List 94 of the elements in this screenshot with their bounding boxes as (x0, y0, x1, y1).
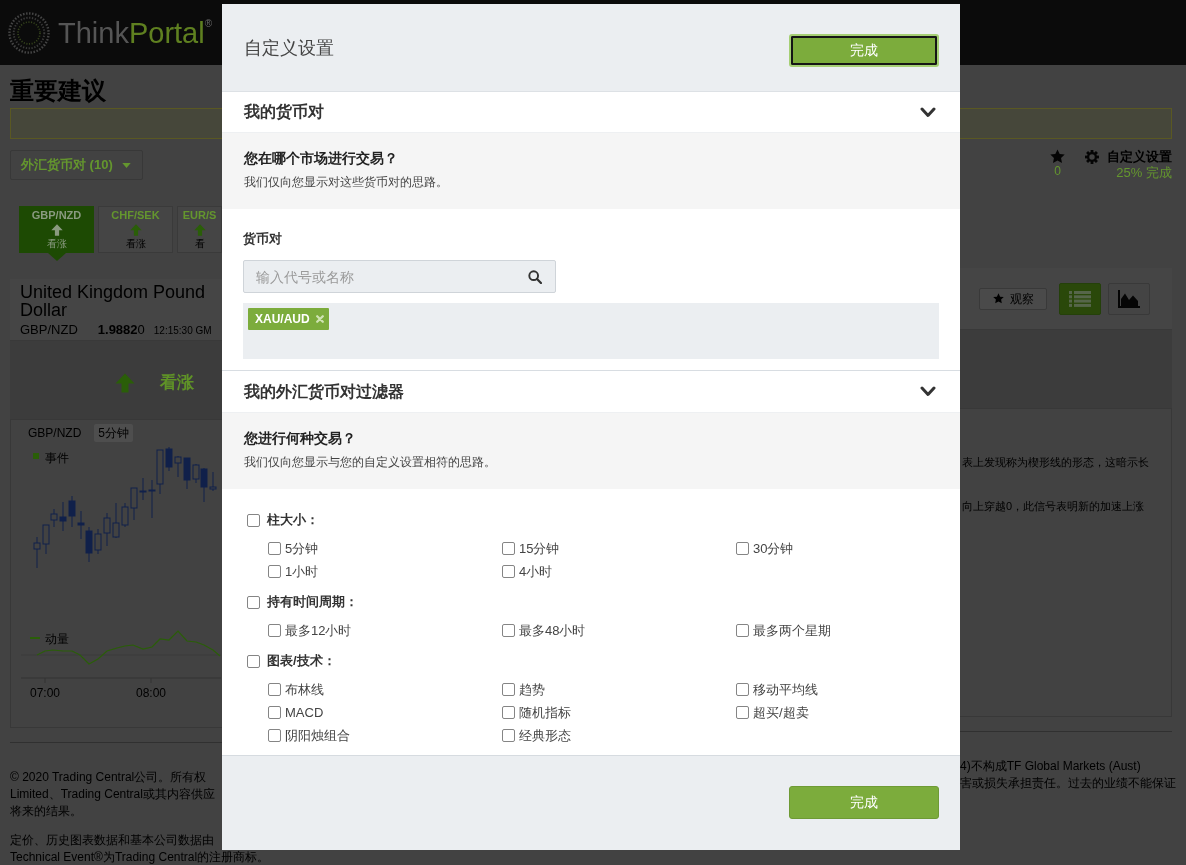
time-text: 12:15:30 GM (153, 325, 212, 337)
instrument-tile[interactable]: CHF/SEK 看涨 (98, 206, 173, 253)
checkbox[interactable] (268, 706, 281, 719)
checkbox[interactable] (247, 654, 260, 668)
question-text: 您进行何种交易？ (244, 429, 356, 448)
checkbox[interactable] (736, 706, 749, 719)
timeframe-tag: 5分钟 (94, 424, 134, 442)
dotted-ring-icon (8, 11, 50, 54)
disclaimer-text: 4)不构成TF Global Markets (Aust) (960, 758, 1141, 775)
list-icon (1069, 290, 1091, 307)
star-icon (1050, 149, 1065, 164)
group-label: 图表/技术： (267, 653, 336, 669)
gear-icon (1085, 150, 1099, 164)
option-label: 5分钟 (285, 540, 319, 557)
legend-line-icon (29, 637, 41, 639)
option-label: 30分钟 (753, 540, 794, 557)
option-label: 1小时 (285, 563, 319, 580)
checkbox[interactable] (502, 706, 515, 719)
field-label: 货币对 (243, 230, 282, 247)
checkbox[interactable] (502, 565, 515, 578)
checkbox[interactable] (268, 542, 281, 555)
remove-icon[interactable] (315, 315, 324, 323)
instrument-name: United Kingdom Pound (20, 283, 206, 301)
done-button[interactable]: 完成 (789, 786, 939, 819)
option-label: 超买/超卖 (753, 704, 809, 721)
watchlist-count: 0 (1054, 164, 1061, 178)
pointer-triangle-icon (47, 253, 66, 261)
checkbox[interactable] (736, 624, 749, 637)
option-label: 随机指标 (519, 704, 571, 721)
axis-label: 08:00 (136, 686, 166, 700)
logo-word: Think (58, 16, 129, 49)
group-label: 柱大小： (267, 512, 319, 528)
instrument-tile[interactable]: GBP/NZD 看涨 (19, 206, 94, 253)
option-label: 趋势 (519, 681, 545, 698)
caret-down-icon (121, 162, 131, 168)
star-icon (992, 293, 1004, 304)
customize-link[interactable]: 自定义设置 (1107, 149, 1172, 165)
checkbox[interactable] (247, 513, 260, 527)
instrument-tile[interactable]: EUR/S 看 (177, 206, 222, 253)
filter-dropdown[interactable]: 外汇货币对 (10) (10, 150, 143, 180)
checkbox[interactable] (736, 542, 749, 555)
done-button[interactable]: 完成 (789, 34, 939, 67)
list-view-button[interactable] (1059, 282, 1101, 315)
legend-square-icon (33, 453, 39, 459)
checkbox[interactable] (268, 683, 281, 696)
tag-label: XAU/AUD (255, 312, 310, 326)
option-label: 布林线 (285, 681, 324, 698)
logo-word: Portal$^{®}$ (128, 16, 213, 49)
option-label: MACD (285, 704, 324, 721)
option-label: 移动平均线 (753, 681, 818, 698)
disclaimer-text: © 2020 Trading Central公司。所有权 (10, 769, 207, 786)
checkbox[interactable] (502, 683, 515, 696)
option-label: 最多48小时 (519, 622, 586, 639)
option-label: 最多两个星期 (753, 622, 831, 639)
checkbox[interactable] (502, 624, 515, 637)
checkbox[interactable] (502, 729, 515, 742)
up-arrow-icon (129, 224, 142, 236)
option-label: 15分钟 (519, 540, 560, 557)
up-arrow-icon (50, 224, 63, 236)
group-label: 持有时间周期： (267, 594, 358, 610)
disclaimer-text: 将来的结果。 (10, 803, 82, 820)
checkbox[interactable] (502, 542, 515, 555)
search-field[interactable]: 输入代号或名称 (243, 260, 556, 293)
page-title: 重要建议 (10, 77, 106, 105)
question-text: 您在哪个市场进行交易？ (244, 149, 398, 168)
signal-text: 看涨 (160, 373, 194, 393)
up-arrow-icon (193, 224, 206, 236)
search-icon (528, 270, 542, 284)
area-chart-icon (1118, 289, 1140, 308)
option-label: 阴阳烛组合 (285, 727, 350, 744)
option-label: 经典形态 (519, 727, 571, 744)
chart-symbol: GBP/NZD (28, 426, 82, 440)
option-label: 4小时 (519, 563, 553, 580)
checkbox[interactable] (268, 624, 281, 637)
chart-view-button[interactable] (1108, 282, 1150, 315)
hint-text: 我们仅向您显示对这些货币对的思路。 (244, 174, 448, 191)
section-header[interactable]: 我的外汇货币对过滤器 (222, 370, 960, 413)
modal-title: 自定义设置 (244, 36, 334, 59)
progress-text: 25% 完成 (1116, 165, 1172, 180)
checkbox[interactable] (268, 565, 281, 578)
disclaimer-text: Limited、Trading Central或其内容供应 (10, 786, 215, 803)
hint-text: 我们仅向您显示与您的自定义设置相符的思路。 (244, 454, 496, 471)
checkbox[interactable] (268, 729, 281, 742)
instrument-symbol: GBP/NZD (20, 322, 78, 337)
option-label: 最多12小时 (285, 622, 352, 639)
disclaimer-text: 定价、历史图表数据和基本公司数据由 (10, 832, 214, 849)
up-arrow-icon (115, 373, 135, 393)
instrument-name: Dollar (20, 301, 67, 319)
checkbox[interactable] (247, 595, 260, 609)
price-text: 1.98820 (97, 322, 145, 337)
trademark-text: Technical Event®为Trading Central的注册商标。 (10, 850, 270, 865)
checkbox[interactable] (736, 683, 749, 696)
watch-button[interactable]: 观察 (979, 287, 1047, 310)
axis-label: 07:00 (30, 686, 60, 700)
